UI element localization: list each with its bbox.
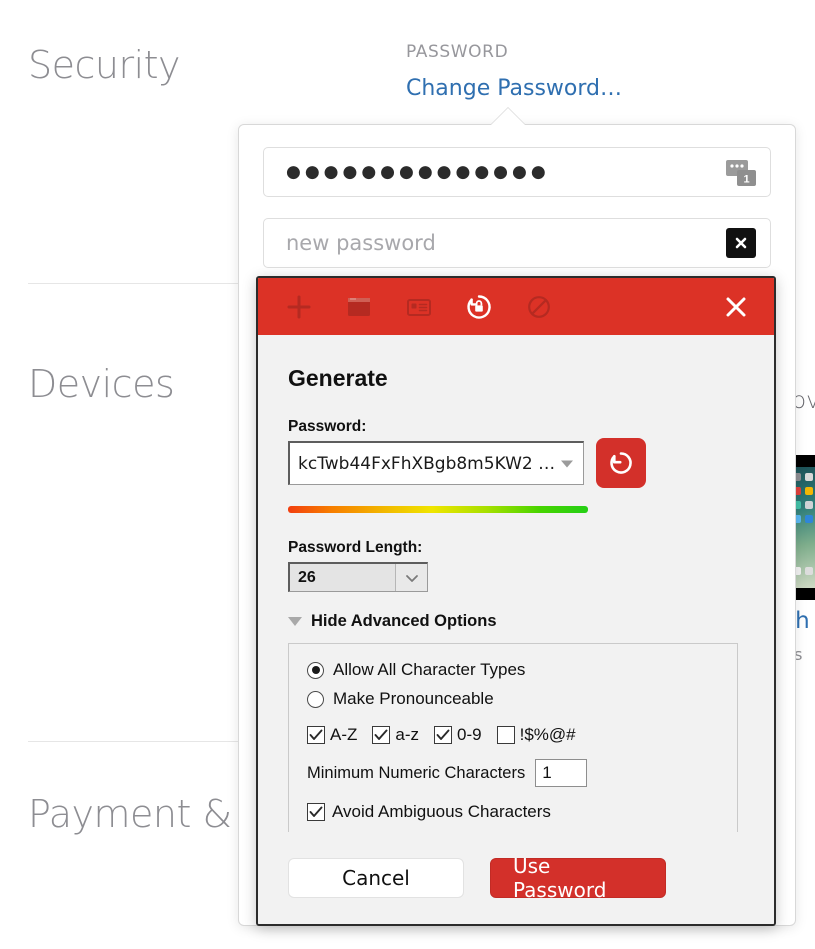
close-x-icon[interactable] — [716, 287, 756, 327]
checkbox-uppercase[interactable] — [307, 726, 325, 744]
avoid-ambiguous-row[interactable]: Avoid Ambiguous Characters — [307, 802, 719, 822]
password-generator-panel: Generate Password: kcTwb44FxFhXBgb8m5KW2… — [256, 276, 776, 926]
character-type-checkbox-row: A-Z a-z 0-9 !$%@# — [307, 725, 719, 745]
radio-icon-unchecked[interactable] — [307, 690, 324, 708]
chevron-down-icon[interactable] — [561, 460, 573, 467]
label-digits: 0-9 — [457, 725, 482, 744]
identity-card-icon[interactable] — [396, 286, 442, 328]
radio-icon-checked[interactable] — [307, 661, 324, 679]
label-lowercase: a-z — [395, 725, 420, 744]
change-password-link[interactable]: Change Password… — [406, 76, 622, 101]
triangle-down-icon — [288, 617, 302, 626]
plus-icon[interactable] — [276, 286, 322, 328]
current-password-field[interactable]: ●●●●●●●●●●●●●● 1 — [263, 147, 771, 197]
password-strength-bar — [288, 506, 588, 513]
section-heading-security: Security — [28, 43, 181, 87]
checkbox-symbols[interactable] — [496, 726, 515, 744]
password-field-label: Password: — [288, 418, 367, 435]
password-section-label: PASSWORD — [406, 42, 509, 62]
avoid-ambiguous-label: Avoid Ambiguous Characters — [332, 802, 551, 821]
label-symbols: !$%@# — [519, 725, 576, 744]
notepad-icon[interactable] — [336, 286, 382, 328]
svg-text:1: 1 — [743, 174, 749, 186]
minimum-numeric-label: Minimum Numeric Characters — [307, 763, 526, 782]
refresh-circle-icon[interactable] — [596, 438, 646, 488]
autofill-badge-icon[interactable]: 1 — [726, 158, 756, 186]
section-heading-devices: Devices — [28, 362, 175, 406]
checkbox-lowercase[interactable] — [372, 726, 391, 744]
generated-password-row: kcTwb44FxFhXBgb8m5KW2 … — [288, 438, 744, 488]
generator-body: Generate Password: kcTwb44FxFhXBgb8m5KW2… — [258, 365, 774, 841]
advanced-options-panel: Allow All Character Types Make Pronounce… — [288, 643, 738, 841]
generate-lock-icon[interactable] — [456, 286, 502, 328]
label-uppercase: A-Z — [330, 725, 358, 744]
new-password-placeholder: new password — [286, 231, 436, 255]
advanced-options-label: Hide Advanced Options — [311, 612, 497, 630]
new-password-field[interactable]: new password — [263, 218, 771, 268]
advanced-options-toggle[interactable]: Hide Advanced Options — [288, 612, 744, 631]
checkbox-avoid-ambiguous[interactable] — [307, 803, 325, 821]
cancel-button[interactable]: Cancel — [288, 858, 464, 898]
use-password-button[interactable]: Use Password — [490, 854, 666, 902]
radio-label-pronounceable: Make Pronounceable — [333, 689, 494, 708]
password-length-label: Password Length: — [288, 539, 423, 556]
chevron-down-icon[interactable] — [395, 564, 427, 591]
current-password-value: ●●●●●●●●●●●●●● — [286, 162, 550, 182]
minimum-numeric-row: Minimum Numeric Characters 1 — [307, 759, 719, 787]
popover-arrow — [490, 108, 526, 126]
generated-password-input[interactable]: kcTwb44FxFhXBgb8m5KW2 … — [288, 441, 584, 485]
radio-make-pronounceable[interactable]: Make Pronounceable — [307, 689, 719, 709]
generator-toolbar — [258, 278, 774, 335]
password-length-value: 26 — [298, 568, 316, 586]
generated-password-value: kcTwb44FxFhXBgb8m5KW2 … — [298, 453, 556, 474]
no-entry-icon[interactable] — [516, 286, 562, 328]
generator-footer: Cancel Use Password — [258, 832, 774, 924]
radio-label-allow-all: Allow All Character Types — [333, 660, 526, 679]
screen: Security PASSWORD Change Password… Devic… — [0, 0, 815, 949]
close-x-icon[interactable] — [726, 228, 756, 258]
password-length-select[interactable]: 26 — [288, 562, 428, 592]
generator-title: Generate — [288, 365, 388, 391]
minimum-numeric-input[interactable]: 1 — [535, 759, 588, 787]
checkbox-digits[interactable] — [434, 726, 453, 744]
radio-allow-all-character-types[interactable]: Allow All Character Types — [307, 660, 719, 680]
